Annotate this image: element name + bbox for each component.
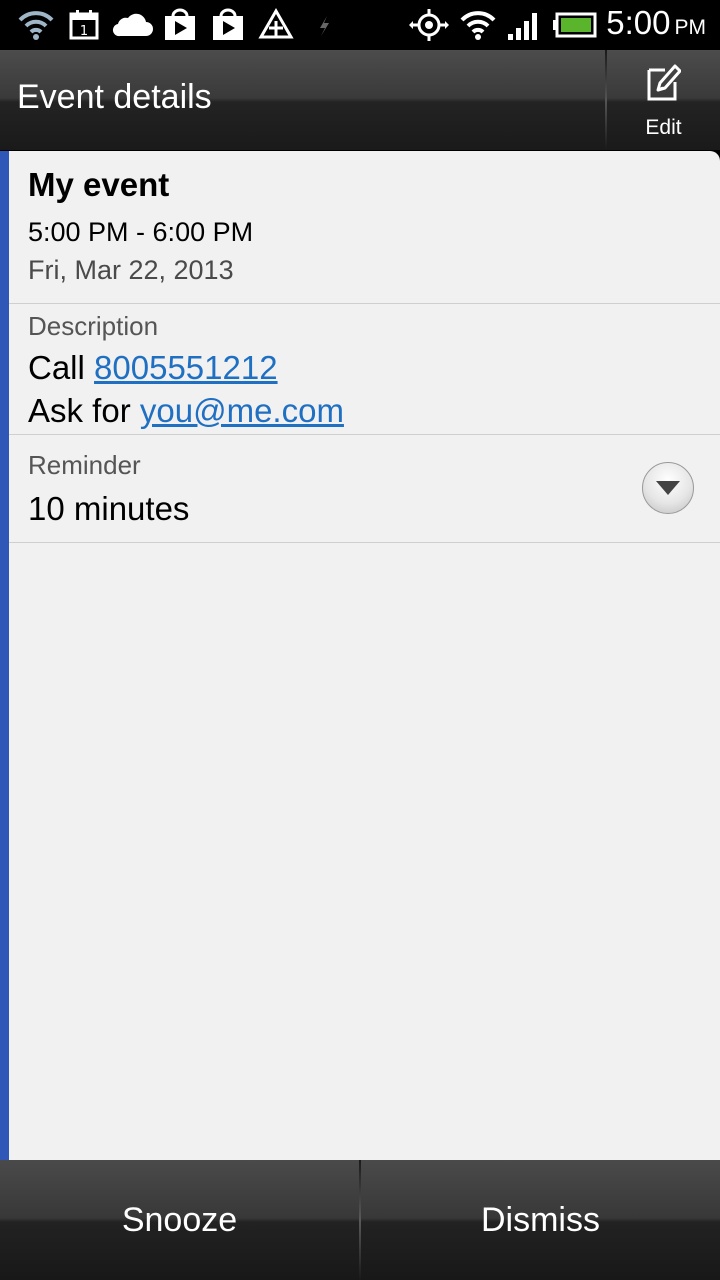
svg-text:1: 1 bbox=[80, 24, 88, 39]
event-date: Fri, Mar 22, 2013 bbox=[28, 255, 234, 285]
play-store-icon bbox=[210, 8, 246, 42]
description-text: Call bbox=[28, 349, 85, 386]
tethering-icon bbox=[258, 8, 294, 42]
reminder-dropdown-button[interactable] bbox=[642, 462, 694, 514]
reminder-value[interactable]: 10 minutes bbox=[28, 490, 189, 528]
page-title: Event details bbox=[17, 78, 212, 116]
event-details-card: My event 5:00 PM - 6:00 PM Fri, Mar 22, … bbox=[0, 151, 720, 1160]
divider bbox=[9, 434, 720, 435]
divider bbox=[9, 303, 720, 304]
battery-icon bbox=[552, 8, 598, 42]
edit-button[interactable]: Edit bbox=[607, 50, 720, 150]
chevron-down-icon bbox=[656, 481, 680, 495]
usb-icon bbox=[314, 8, 334, 42]
description-line-2: Ask for you@me.com bbox=[28, 392, 344, 430]
email-link[interactable]: you@me.com bbox=[140, 392, 344, 429]
cell-signal-icon bbox=[506, 8, 542, 42]
gps-icon bbox=[408, 8, 450, 42]
dismiss-button[interactable]: Dismiss bbox=[361, 1160, 720, 1280]
reminder-label: Reminder bbox=[28, 450, 141, 480]
play-store-icon bbox=[162, 8, 198, 42]
description-line-1: Call 8005551212 bbox=[28, 349, 278, 387]
bottom-button-bar: Snooze Dismiss bbox=[0, 1160, 720, 1280]
description-text: Ask for bbox=[28, 392, 131, 429]
clock: 5:00 PM bbox=[606, 4, 706, 41]
status-bar: 1 5:00 PM bbox=[0, 0, 720, 50]
divider bbox=[9, 542, 720, 543]
wifi-icon bbox=[16, 8, 56, 42]
description-label: Description bbox=[28, 311, 159, 341]
phone-link[interactable]: 8005551212 bbox=[94, 349, 278, 386]
calendar-icon: 1 bbox=[68, 8, 100, 42]
calendar-color-bar bbox=[0, 151, 9, 1160]
cloud-icon bbox=[110, 8, 154, 42]
event-time-range: 5:00 PM - 6:00 PM bbox=[28, 217, 254, 247]
action-bar: Event details Edit bbox=[0, 50, 720, 151]
event-title: My event bbox=[28, 166, 170, 203]
snooze-button[interactable]: Snooze bbox=[0, 1160, 359, 1280]
wifi-signal-icon bbox=[458, 8, 498, 42]
edit-icon bbox=[647, 64, 681, 101]
edit-label: Edit bbox=[645, 116, 682, 139]
